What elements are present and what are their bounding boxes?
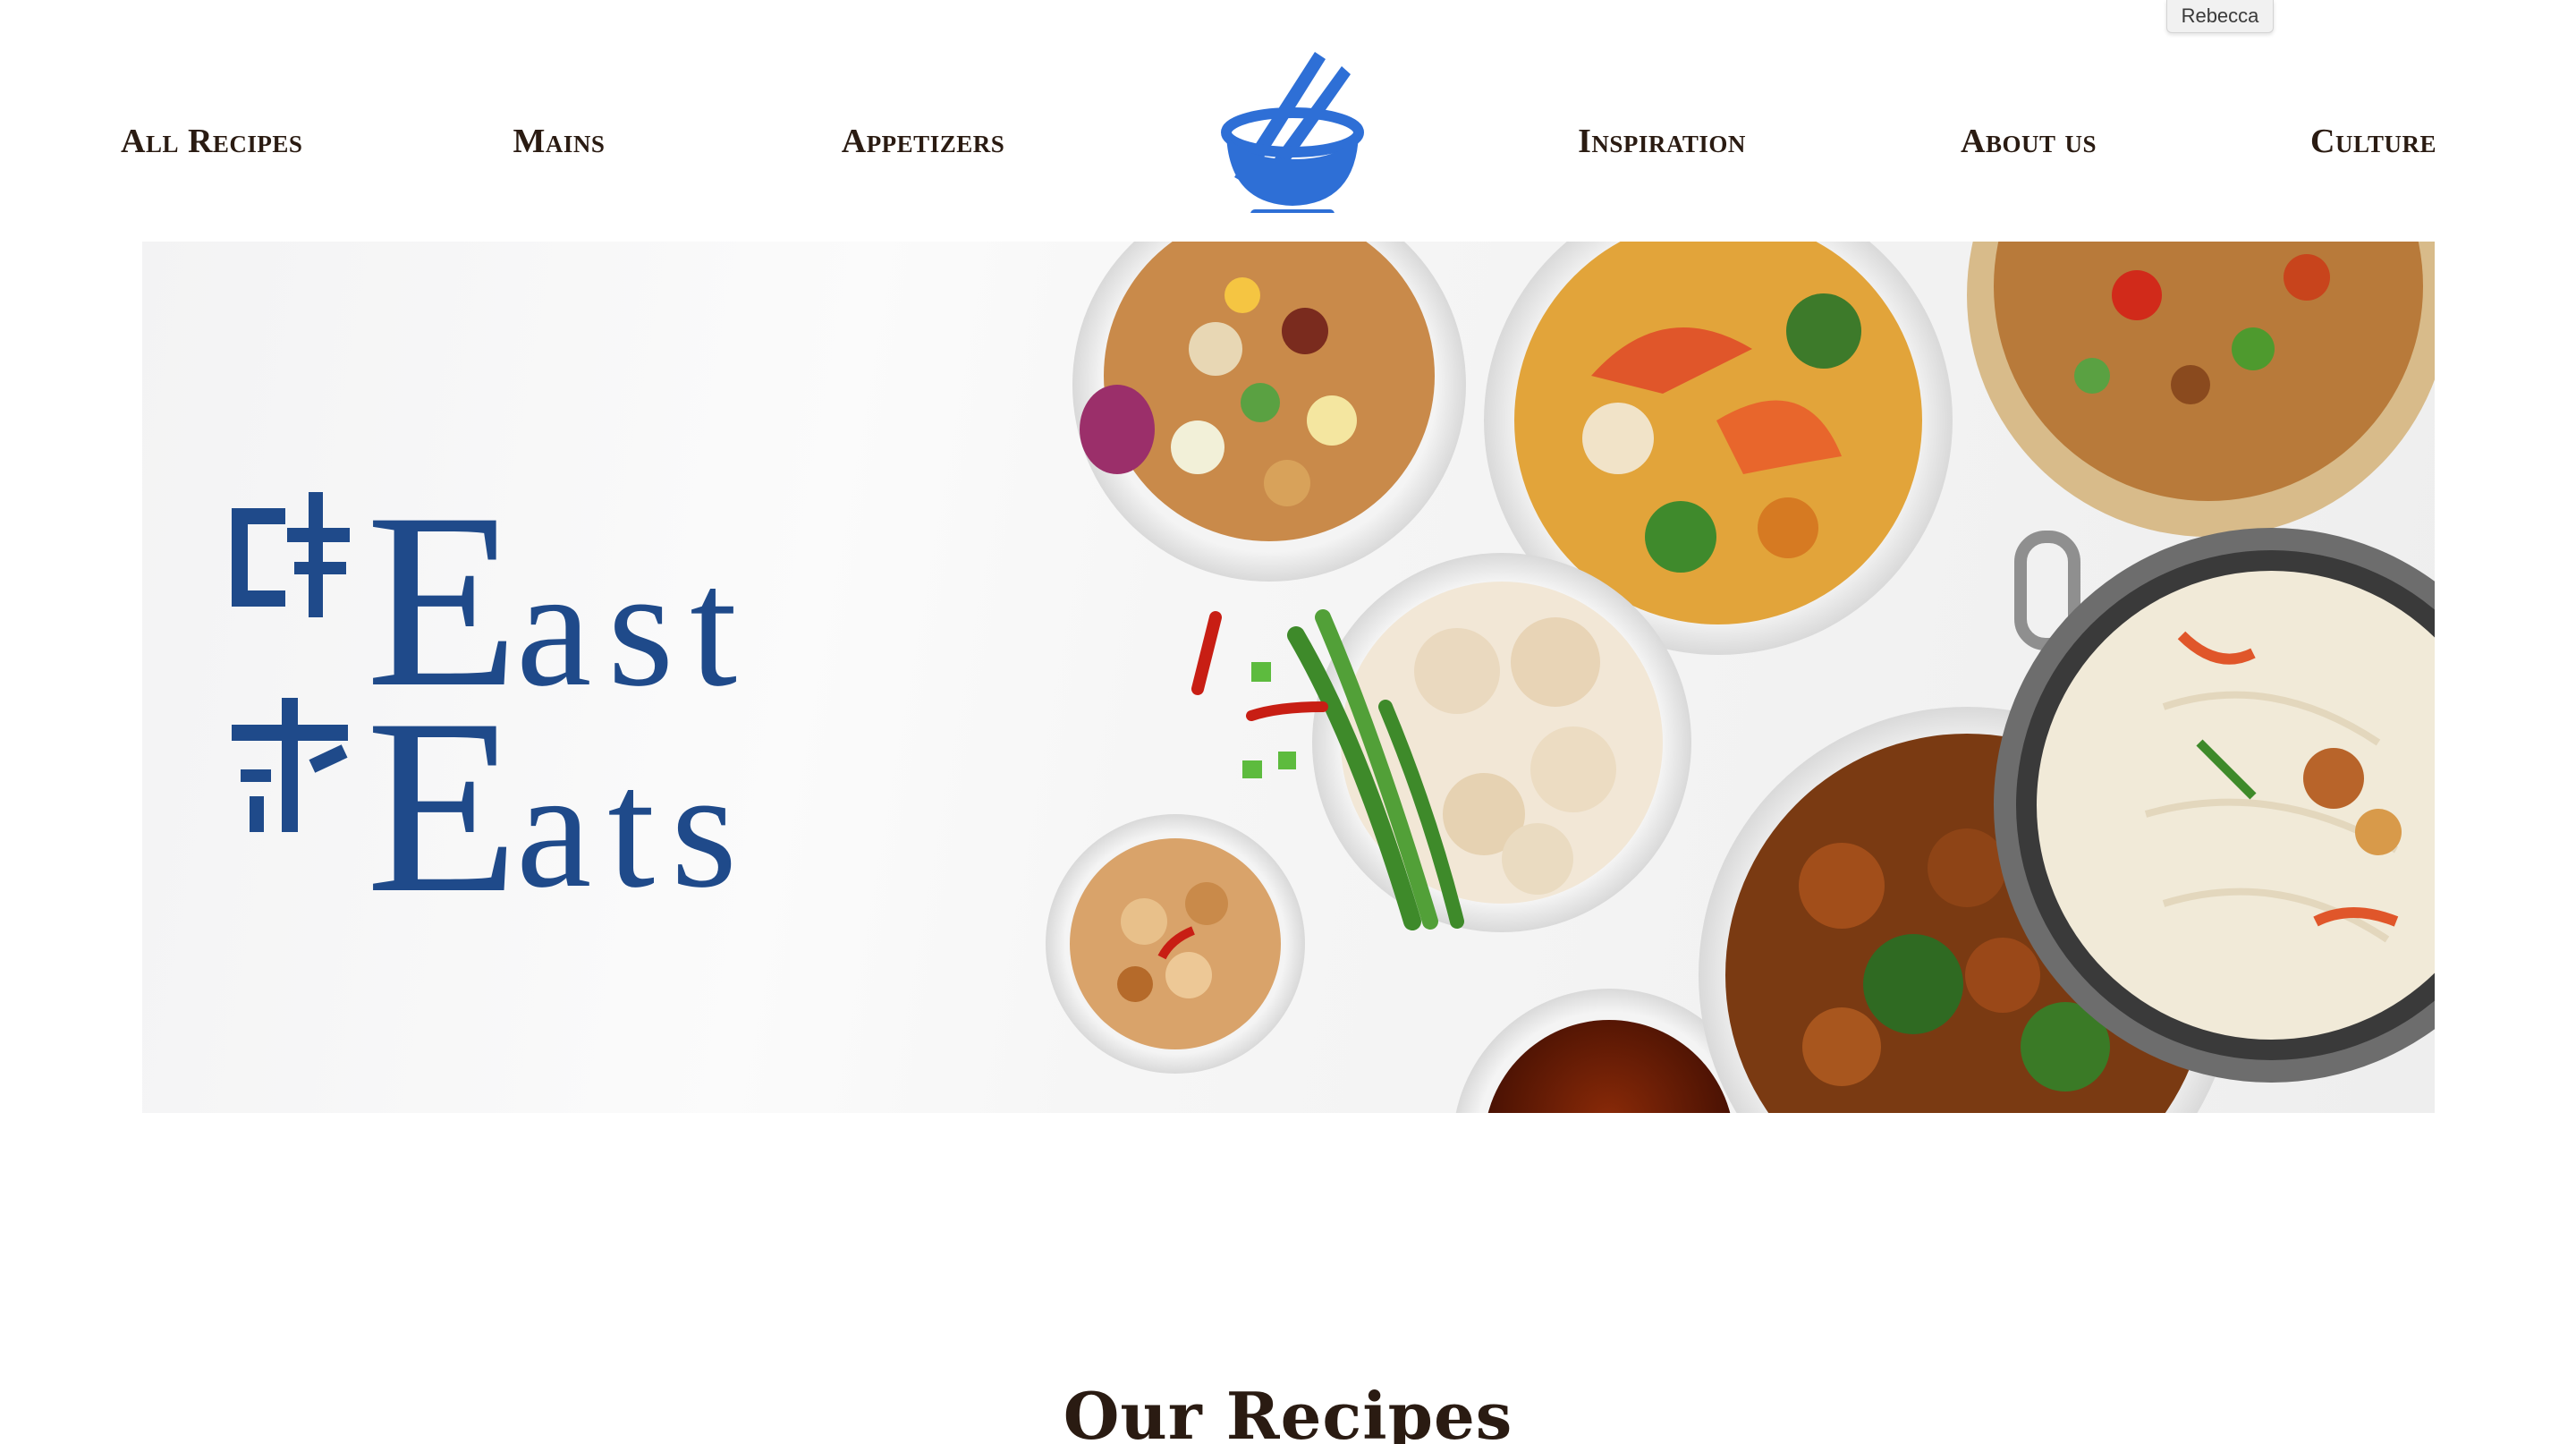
hero-side-glyphs xyxy=(232,492,350,832)
user-name: Rebecca xyxy=(2181,4,2259,27)
page: Rebecca All Recipes Mains Appetizers Ins… xyxy=(0,0,2576,1444)
nav-inspiration[interactable]: Inspiration xyxy=(1578,115,1746,168)
user-tooltip: Rebecca xyxy=(2166,0,2274,33)
hero-food-photo xyxy=(1037,242,2435,1113)
bowl-chopsticks-icon xyxy=(1221,52,1364,218)
hero-big-e-bottom: E xyxy=(366,667,519,913)
bowl-dumplings xyxy=(1287,553,1691,932)
nav-appetizers[interactable]: Appetizers xyxy=(842,115,1005,168)
hero-title-line2: ats xyxy=(516,735,753,913)
site-logo[interactable] xyxy=(1216,34,1368,218)
recipes-section-heading: Our Recipes xyxy=(1063,1377,1513,1444)
hero-banner: E E ast ats xyxy=(142,242,2435,1113)
nav-mains[interactable]: Mains xyxy=(513,115,606,168)
nav-all-recipes[interactable]: All Recipes xyxy=(121,115,302,168)
hero-logotype: E E ast ats xyxy=(232,461,1037,945)
nav-about-us[interactable]: About us xyxy=(1961,115,2097,168)
steamer-chicken-chili xyxy=(1967,242,2435,537)
bowl-fried-pork xyxy=(1046,814,1305,1074)
bowl-stir-fry xyxy=(1072,242,1466,582)
hero-title-line1: ast xyxy=(516,534,753,722)
nav-culture[interactable]: Culture xyxy=(2310,115,2436,168)
